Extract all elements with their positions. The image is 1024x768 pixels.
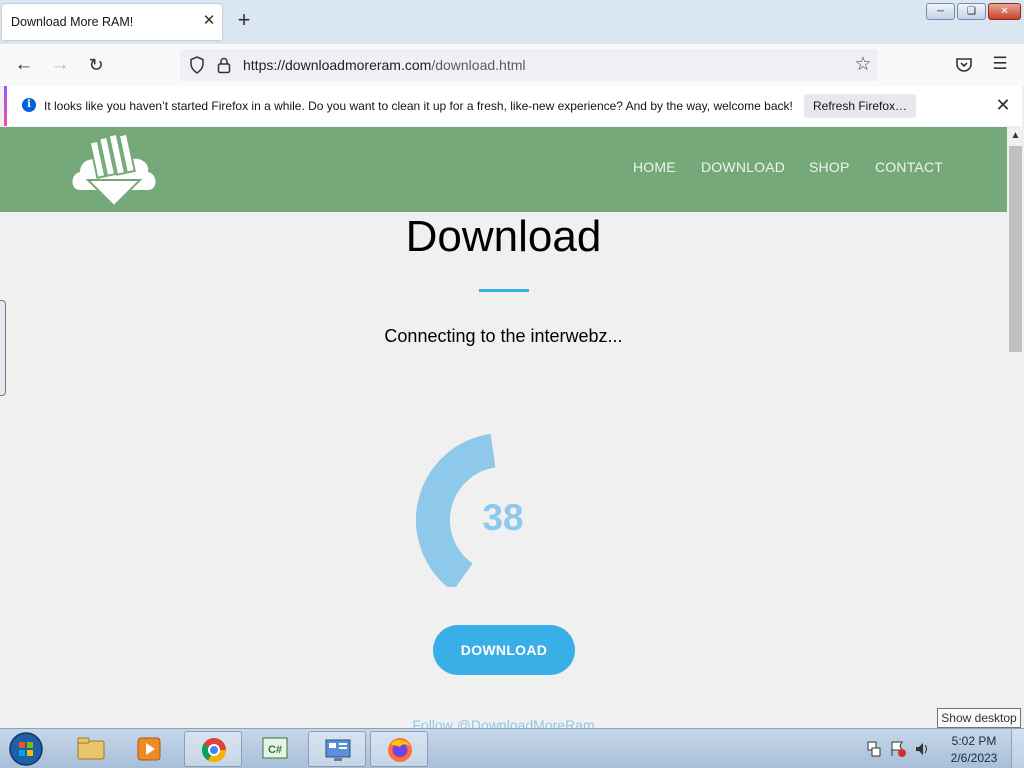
site-header: HOME DOWNLOAD SHOP CONTACT [0,127,1007,212]
shield-icon[interactable] [189,56,205,74]
star-icon[interactable]: ☆ [852,54,874,76]
firefox-icon [388,738,412,762]
url-path: /download.html [431,57,526,73]
tab-download-more-ram[interactable]: Download More RAM! ✕ [2,4,222,40]
download-button[interactable]: DOWNLOAD [433,625,575,675]
page-title: Download [405,212,602,261]
action-center-flag-icon[interactable] [891,741,906,757]
taskbar-file-explorer[interactable] [62,731,120,767]
clock-time[interactable]: 5:02 PM [944,734,1004,748]
follow-twitter-link[interactable]: Follow @DownloadMoreRam [0,717,1007,728]
control-panel-icon [325,739,351,761]
address-bar[interactable]: https://downloadmoreram.com/download.htm… [180,49,878,81]
url-domain: https://downloadmoreram.com [243,57,432,73]
notification-text: It looks like you haven’t started Firefo… [44,99,793,113]
svg-text:C#: C# [268,744,282,756]
navigation-toolbar: ← → ↻ https://downloadmoreram.com/downlo… [0,44,1024,86]
windows-taskbar: C# 5:02 PM 2/6/2023 [0,728,1024,768]
window-close-button[interactable]: ✕ [988,3,1021,20]
nav-shop-link[interactable]: SHOP [809,159,849,175]
scrollbar-thumb[interactable] [1009,146,1022,352]
start-button-icon[interactable] [6,730,46,768]
volume-icon[interactable] [916,743,927,755]
pocket-icon[interactable] [954,55,974,75]
info-icon: i [22,98,36,112]
url-text[interactable]: https://downloadmoreram.com/download.htm… [243,57,525,73]
refresh-firefox-button[interactable]: Refresh Firefox… [804,94,916,118]
folder-icon [77,737,105,760]
tab-title: Download More RAM! [11,15,134,29]
csharp-icon: C# [262,737,288,759]
nav-home-link[interactable]: HOME [633,159,676,175]
back-arrow-icon[interactable]: ← [12,53,36,77]
network-icon[interactable] [867,741,881,757]
progress-value: 38 [482,497,524,538]
window-restore-button[interactable]: ❏ [957,3,986,20]
nav-contact-link[interactable]: CONTACT [875,159,943,175]
window-minimize-button[interactable]: ─ [926,3,955,20]
nav-download-link[interactable]: DOWNLOAD [701,159,785,175]
taskbar-chrome[interactable] [184,731,242,767]
forward-arrow-icon[interactable]: → [48,53,72,77]
taskbar-csharp-editor[interactable]: C# [246,731,304,767]
vertical-scrollbar[interactable]: ▲ [1007,127,1024,728]
media-player-icon [137,737,161,761]
clock-date[interactable]: 2/6/2023 [944,751,1004,765]
reload-icon[interactable]: ↻ [84,53,108,77]
page-content: HOME DOWNLOAD SHOP CONTACT Download Conn… [0,127,1007,728]
taskbar-control-panel[interactable] [308,731,366,767]
refresh-notification-bar: i It looks like you haven’t started Fire… [4,86,1022,126]
taskbar-firefox[interactable] [370,731,428,767]
system-tray[interactable] [864,739,934,759]
show-desktop-button[interactable] [1011,729,1024,768]
side-gadget-handle[interactable] [0,300,6,396]
download-ram-logo[interactable] [68,132,160,208]
hamburger-menu-icon[interactable]: ☰ [990,54,1010,74]
new-tab-button[interactable]: + [234,9,254,31]
tab-close-icon[interactable]: ✕ [200,12,218,30]
chrome-icon [201,738,226,763]
title-underline [479,289,529,292]
tab-strip: Download More RAM! ✕ + ─ ❏ ✕ [0,0,1024,44]
connection-status-text: Connecting to the interwebz... [384,326,623,346]
scroll-up-arrow-icon[interactable]: ▲ [1007,127,1024,144]
notification-close-icon[interactable]: ✕ [992,94,1014,116]
show-desktop-tooltip: Show desktop [937,708,1021,728]
lock-icon[interactable] [216,56,232,74]
taskbar-media-player[interactable] [120,731,178,767]
